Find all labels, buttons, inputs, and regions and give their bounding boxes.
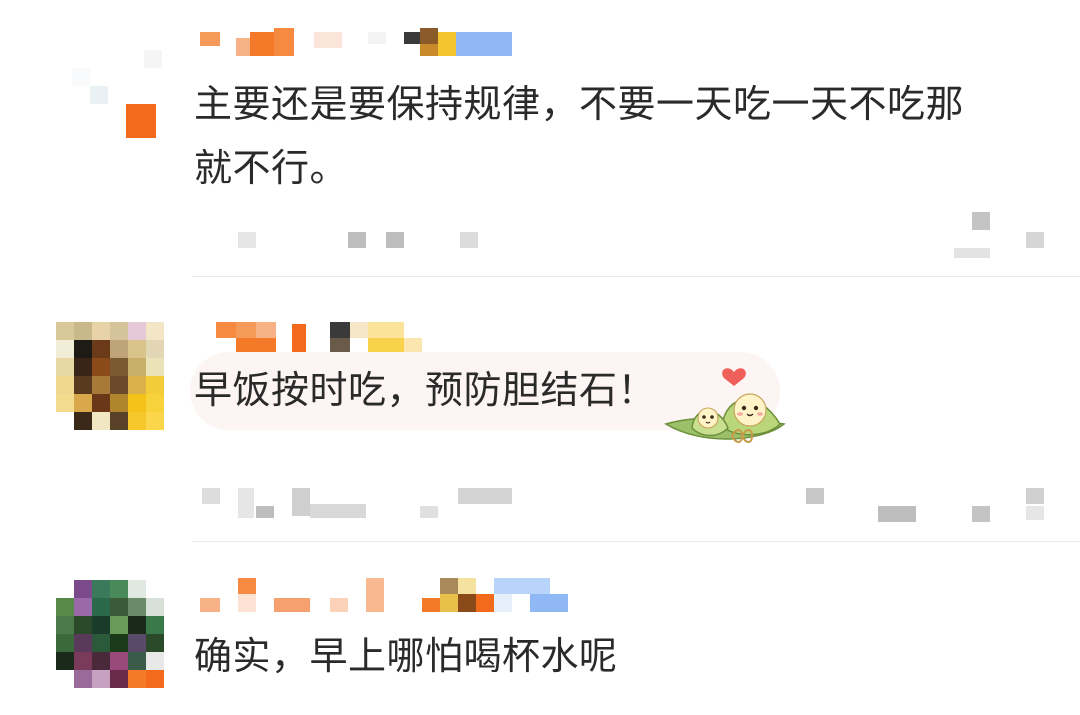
comment-item: 确实，早上哪怕喝杯水呢 <box>0 0 1080 715</box>
comment-text: 确实，早上哪怕喝杯水呢 <box>194 634 618 678</box>
username-obscured[interactable] <box>200 578 580 614</box>
comment-feed: 主要还是要保持规律，不要一天吃一天不吃那 就不行。 早饭按时吃，预防胆结石！ 确… <box>0 0 1080 715</box>
avatar[interactable] <box>56 580 164 688</box>
